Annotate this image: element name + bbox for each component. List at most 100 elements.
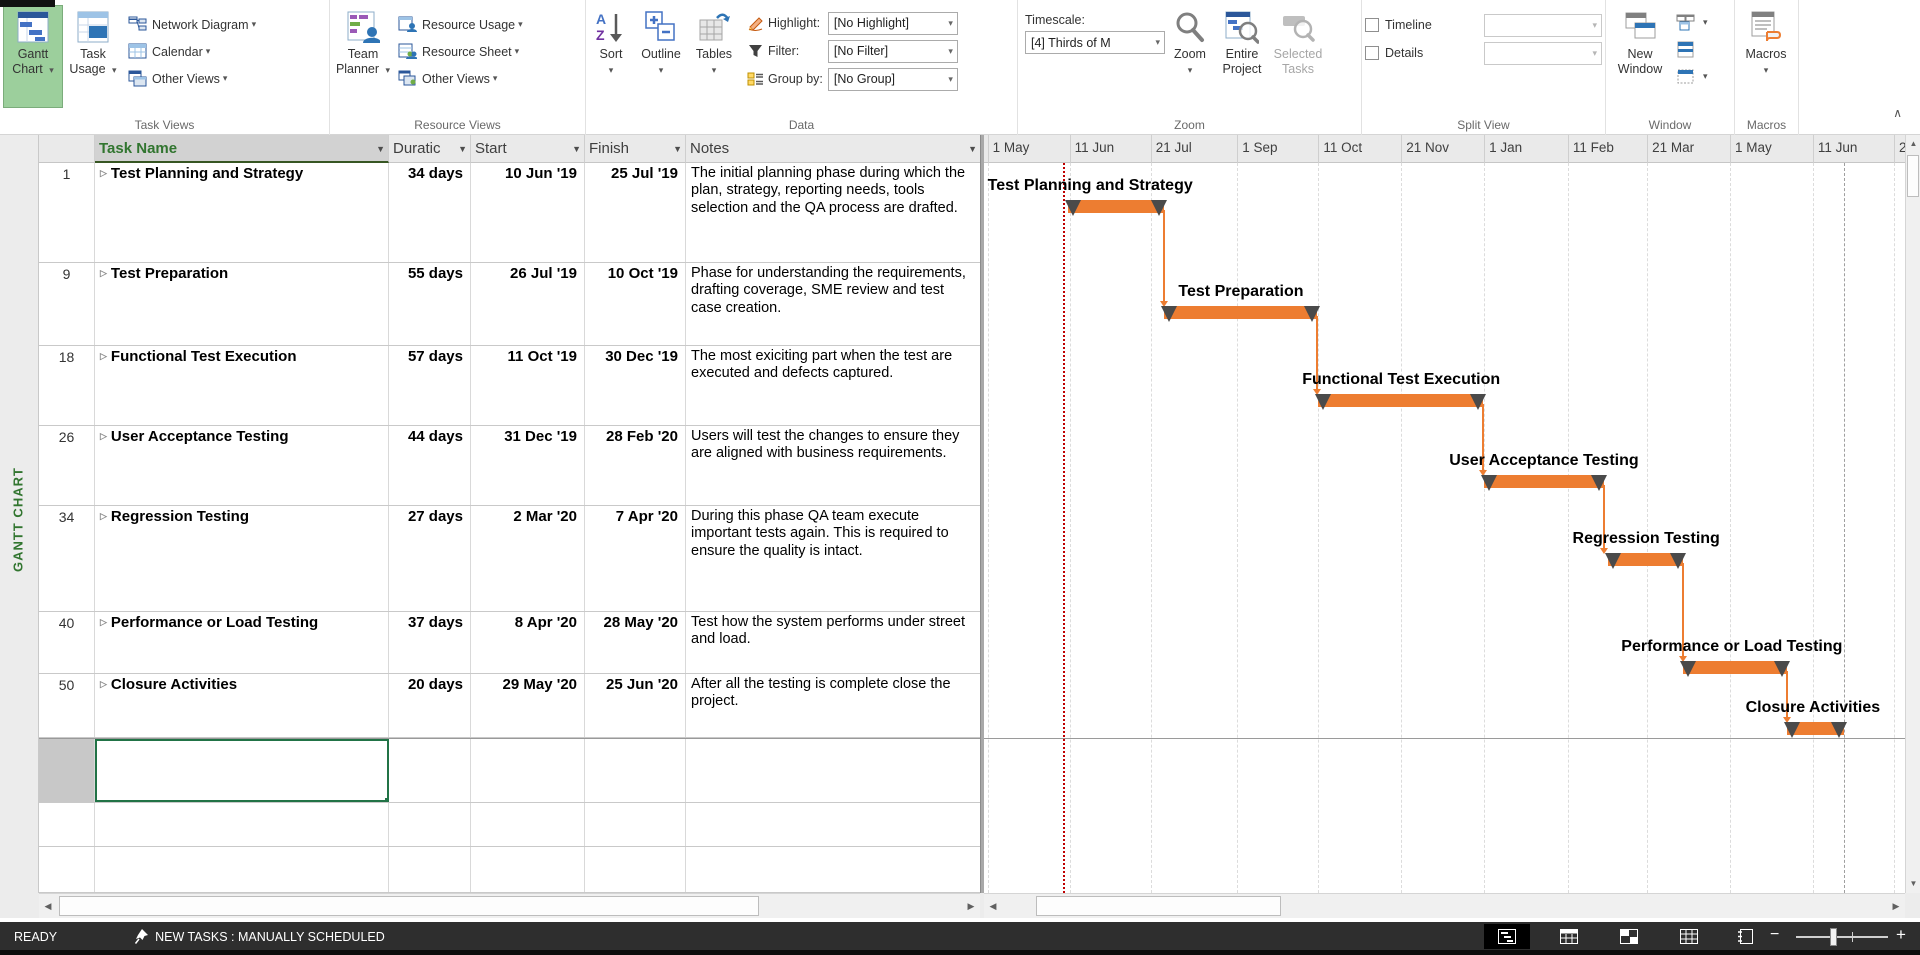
calendar-button[interactable]: Calendar▾ [123, 38, 261, 65]
duration-cell[interactable]: 20 days [389, 674, 471, 737]
row-number-cell[interactable]: 40 [39, 612, 95, 673]
zoom-button[interactable]: Zoom▾ [1165, 5, 1215, 108]
table-row[interactable]: 1▷Test Planning and Strategy34 days10 Ju… [39, 163, 980, 263]
summary-task-bar[interactable] [1164, 306, 1318, 319]
notes-cell[interactable]: Users will test the changes to ensure th… [686, 426, 980, 505]
notes-cell[interactable]: During this phase QA team execute import… [686, 506, 980, 611]
resource-sheet-view-button[interactable] [1666, 924, 1712, 949]
column-header-start[interactable]: Start▼ [471, 135, 585, 163]
empty-cell[interactable] [39, 847, 95, 892]
vertical-scroll-thumb[interactable] [1907, 155, 1919, 197]
expand-arrow-icon[interactable]: ▷ [100, 351, 107, 361]
column-header-task-name[interactable]: Task Name▼ [95, 135, 389, 163]
start-cell[interactable]: 8 Apr '20 [471, 612, 585, 673]
group-by-dropdown[interactable]: [No Group] [828, 68, 958, 91]
outline-button[interactable]: Outline▾ [633, 5, 689, 108]
finish-cell[interactable]: 10 Oct '19 [585, 263, 686, 345]
start-cell[interactable]: 11 Oct '19 [471, 346, 585, 425]
notes-cell[interactable]: The initial planning phase during which … [686, 163, 980, 262]
column-header-duration[interactable]: Duratic▼ [389, 135, 471, 163]
start-cell[interactable]: 29 May '20 [471, 674, 585, 737]
empty-cell[interactable] [585, 803, 686, 846]
empty-cell[interactable] [686, 847, 980, 892]
table-hscrollbar[interactable]: ◀ ▶ [39, 893, 980, 918]
empty-cell[interactable] [471, 803, 585, 846]
duration-cell[interactable]: 44 days [389, 426, 471, 505]
finish-cell[interactable]: 28 May '20 [585, 612, 686, 673]
filter-arrow-icon[interactable]: ▼ [572, 144, 581, 154]
summary-task-bar[interactable] [1683, 661, 1787, 674]
expand-arrow-icon[interactable]: ▷ [100, 268, 107, 278]
new-window-button[interactable]: NewWindow [1609, 5, 1671, 108]
zoom-slider-thumb[interactable] [1830, 928, 1837, 946]
table-row[interactable]: 26▷User Acceptance Testing44 days31 Dec … [39, 426, 980, 506]
table-hscroll-thumb[interactable] [59, 896, 759, 916]
resource-sheet-button[interactable]: Resource Sheet▾ [393, 38, 528, 65]
empty-cell[interactable] [585, 739, 686, 802]
empty-cell[interactable] [95, 803, 389, 846]
scroll-down-icon[interactable]: ▼ [1906, 875, 1920, 893]
empty-cell[interactable] [585, 847, 686, 892]
selected-empty-cell[interactable] [95, 739, 389, 802]
ready-status[interactable]: READY [14, 930, 57, 944]
empty-cell[interactable] [686, 739, 980, 802]
empty-cell[interactable] [389, 803, 471, 846]
timeline-checkbox[interactable] [1365, 18, 1379, 32]
finish-cell[interactable]: 25 Jul '19 [585, 163, 686, 262]
arrange-all-button[interactable]: ▾ [1671, 9, 1713, 36]
task-usage-button[interactable]: TaskUsage ▾ [63, 5, 123, 108]
row-number-cell[interactable]: 26 [39, 426, 95, 505]
duration-cell[interactable]: 27 days [389, 506, 471, 611]
summary-task-bar[interactable] [1068, 200, 1164, 213]
row-number-cell[interactable]: 1 [39, 163, 95, 262]
expand-arrow-icon[interactable]: ▷ [100, 168, 107, 178]
vertical-scrollbar[interactable]: ▲ ▼ [1905, 135, 1920, 918]
gantt-chart-button[interactable]: GanttChart ▾ [3, 5, 63, 108]
task-usage-view-button[interactable] [1546, 924, 1592, 949]
highlight-dropdown[interactable]: [No Highlight] [828, 12, 958, 35]
row-number-cell[interactable]: 18 [39, 346, 95, 425]
gantt-view-button[interactable] [1484, 924, 1530, 949]
summary-task-bar[interactable] [1484, 475, 1604, 488]
zoom-in-icon[interactable]: + [1896, 925, 1906, 945]
notes-cell[interactable]: After all the testing is complete close … [686, 674, 980, 737]
filter-arrow-icon[interactable]: ▼ [376, 144, 385, 154]
new-tasks-mode[interactable]: NEW TASKS : MANUALLY SCHEDULED [135, 929, 385, 944]
duration-cell[interactable]: 37 days [389, 612, 471, 673]
expand-arrow-icon[interactable]: ▷ [100, 617, 107, 627]
empty-cell[interactable] [389, 739, 471, 802]
summary-task-bar[interactable] [1318, 394, 1483, 407]
table-row[interactable]: 40▷Performance or Load Testing37 days8 A… [39, 612, 980, 674]
start-cell[interactable]: 26 Jul '19 [471, 263, 585, 345]
table-row[interactable]: 18▷Functional Test Execution57 days11 Oc… [39, 346, 980, 426]
tables-button[interactable]: Tables▾ [689, 5, 739, 108]
zoom-out-icon[interactable]: − [1770, 926, 1779, 944]
empty-cell[interactable] [389, 847, 471, 892]
finish-cell[interactable]: 7 Apr '20 [585, 506, 686, 611]
empty-cell[interactable] [686, 803, 980, 846]
empty-cell[interactable] [471, 847, 585, 892]
finish-cell[interactable]: 25 Jun '20 [585, 674, 686, 737]
start-cell[interactable]: 31 Dec '19 [471, 426, 585, 505]
row-number-cell[interactable] [39, 739, 95, 802]
macros-button[interactable]: Macros▾ [1738, 5, 1794, 108]
resource-usage-button[interactable]: Resource Usage▾ [393, 11, 528, 38]
sort-button[interactable]: AZ Sort▾ [589, 5, 633, 108]
select-all-corner[interactable] [39, 135, 95, 163]
details-checkbox[interactable] [1365, 46, 1379, 60]
filter-arrow-icon[interactable]: ▼ [673, 144, 682, 154]
scroll-up-icon[interactable]: ▲ [1906, 135, 1920, 153]
column-header-notes[interactable]: Notes▼ [686, 135, 980, 163]
timescale-dropdown[interactable]: [4] Thirds of M [1025, 31, 1165, 54]
task-name-cell[interactable]: ▷Test Preparation [95, 263, 389, 345]
finish-cell[interactable]: 28 Feb '20 [585, 426, 686, 505]
expand-arrow-icon[interactable]: ▷ [100, 511, 107, 521]
team-planner-view-button[interactable] [1606, 924, 1652, 949]
task-name-cell[interactable]: ▷Regression Testing [95, 506, 389, 611]
summary-task-bar[interactable] [1787, 722, 1844, 735]
row-number-cell[interactable]: 50 [39, 674, 95, 737]
filter-arrow-icon[interactable]: ▼ [968, 144, 977, 154]
notes-cell[interactable]: The most exiciting part when the test ar… [686, 346, 980, 425]
scroll-left-icon[interactable]: ◀ [39, 894, 57, 919]
task-name-cell[interactable]: ▷Test Planning and Strategy [95, 163, 389, 262]
